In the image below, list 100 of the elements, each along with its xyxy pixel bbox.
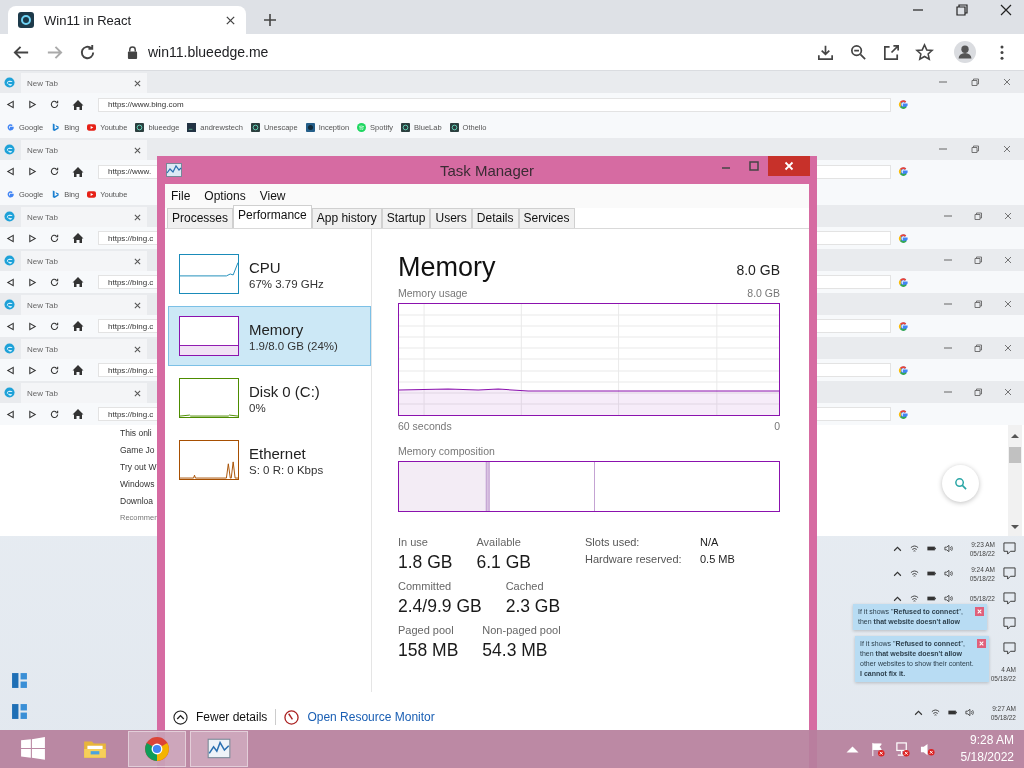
volume-icon[interactable] — [944, 569, 953, 578]
resource-item[interactable]: CPU 67% 3.79 GHz — [168, 244, 371, 304]
forward-icon[interactable] — [28, 233, 37, 243]
reload-icon[interactable] — [50, 277, 59, 287]
close-icon[interactable] — [134, 257, 141, 265]
browser-tab[interactable]: New Tab — [21, 140, 147, 160]
back-icon[interactable] — [6, 277, 15, 287]
tab[interactable]: Services — [518, 208, 575, 228]
notification-icon[interactable] — [1003, 617, 1016, 630]
restore-icon[interactable] — [974, 212, 982, 220]
new-tab-icon[interactable] — [263, 13, 277, 27]
browser-tab[interactable]: Win11 in React — [8, 6, 246, 34]
caret-up-icon[interactable] — [893, 569, 902, 578]
close-icon[interactable] — [1000, 4, 1012, 16]
tab[interactable]: Performance — [233, 205, 312, 228]
forward-icon[interactable] — [28, 365, 37, 375]
wifi-icon[interactable] — [910, 594, 919, 603]
tab[interactable]: Users — [430, 208, 472, 228]
share-icon[interactable] — [882, 42, 901, 62]
resource-item[interactable]: Memory 1.9/8.0 GB (24%) — [168, 306, 371, 366]
back-icon[interactable] — [6, 100, 15, 109]
forward-icon[interactable] — [28, 100, 37, 109]
reload-icon[interactable] — [50, 321, 59, 331]
home-icon[interactable] — [72, 276, 84, 288]
link-text[interactable]: Downloa — [120, 496, 154, 507]
battery-icon[interactable] — [927, 594, 936, 603]
caret-up-icon[interactable] — [893, 544, 902, 553]
browser-tab[interactable]: New Tab — [21, 73, 147, 93]
notification-icon[interactable] — [1003, 542, 1016, 555]
restore-icon[interactable] — [971, 145, 979, 153]
close-icon[interactable] — [134, 301, 141, 309]
flag-icon[interactable] — [869, 741, 885, 757]
link-text[interactable]: Windows — [120, 479, 155, 490]
address-field[interactable]: https://www.bing.com — [98, 97, 891, 112]
profile-icon[interactable] — [954, 41, 976, 63]
scroll-down-icon[interactable] — [1011, 524, 1019, 530]
reload-icon[interactable] — [50, 100, 59, 109]
home-icon[interactable] — [72, 320, 84, 332]
scrollbar[interactable] — [1008, 425, 1022, 536]
wifi-icon[interactable] — [931, 708, 940, 717]
battery-icon[interactable] — [927, 569, 936, 578]
forward-icon[interactable] — [28, 409, 37, 419]
menu-item[interactable]: Options — [204, 189, 246, 203]
tab[interactable]: App history — [311, 208, 382, 228]
back-icon[interactable] — [6, 167, 15, 176]
volume-icon[interactable] — [944, 594, 953, 603]
wifi-icon[interactable] — [910, 569, 919, 578]
back-icon[interactable] — [6, 321, 15, 331]
resource-item[interactable]: Ethernet S: 0 R: 0 Kbps — [168, 430, 371, 490]
close-icon[interactable] — [134, 345, 141, 353]
link-text[interactable]: Try out W — [120, 462, 157, 473]
tab[interactable]: Details — [471, 208, 519, 228]
link-text[interactable]: This onli — [120, 428, 152, 439]
reload-icon[interactable] — [50, 167, 59, 176]
resource-item[interactable]: Disk 0 (C:) 0% — [168, 368, 371, 428]
reload-icon[interactable] — [78, 42, 97, 62]
forward-icon[interactable] — [28, 277, 37, 287]
home-icon[interactable] — [72, 364, 84, 376]
reload-icon[interactable] — [50, 365, 59, 375]
home-icon[interactable] — [72, 165, 84, 178]
close-icon[interactable] — [134, 79, 141, 87]
close-button[interactable] — [768, 156, 810, 176]
notification-icon[interactable] — [1003, 642, 1016, 655]
menu-item[interactable]: View — [259, 189, 286, 203]
close-icon[interactable] — [134, 389, 141, 397]
restore-icon[interactable] — [971, 78, 979, 86]
close-icon[interactable] — [225, 14, 236, 26]
restore-icon[interactable] — [974, 388, 982, 396]
restore-icon[interactable] — [974, 300, 982, 308]
restore-icon[interactable] — [956, 4, 968, 16]
reload-icon[interactable] — [50, 409, 59, 419]
home-icon[interactable] — [72, 408, 84, 420]
battery-icon[interactable] — [927, 544, 936, 553]
scrollbar-thumb[interactable] — [1009, 447, 1021, 463]
menu-item[interactable]: File — [171, 189, 191, 203]
wifi-icon[interactable] — [910, 544, 919, 553]
tab[interactable]: Startup — [381, 208, 431, 228]
caret-up-icon[interactable] — [893, 594, 902, 603]
panel-icon[interactable] — [11, 703, 28, 720]
browser-tab[interactable]: New Tab — [21, 295, 147, 315]
volume-muted-icon[interactable] — [919, 741, 935, 757]
link-text[interactable]: Game Jo — [120, 445, 155, 456]
caret-up-icon[interactable] — [914, 708, 923, 717]
taskbar-button[interactable] — [190, 731, 248, 767]
close-icon[interactable] — [134, 213, 141, 221]
network-icon[interactable] — [894, 741, 910, 757]
volume-icon[interactable] — [965, 708, 974, 717]
browser-tab[interactable]: New Tab — [21, 251, 147, 271]
zoom-icon[interactable] — [849, 42, 868, 62]
browser-tab[interactable]: New Tab — [21, 207, 147, 227]
address-field[interactable]: win11.blueedge.me — [119, 40, 277, 64]
back-icon[interactable] — [6, 233, 15, 243]
back-icon[interactable] — [6, 409, 15, 419]
forward-icon[interactable] — [28, 167, 37, 176]
tab[interactable]: Processes — [167, 208, 234, 228]
volume-icon[interactable] — [944, 544, 953, 553]
home-icon[interactable] — [72, 232, 84, 244]
restore-icon[interactable] — [974, 344, 982, 352]
fewer-details-button[interactable]: Fewer details — [173, 709, 268, 725]
notification-icon[interactable] — [1003, 592, 1016, 605]
